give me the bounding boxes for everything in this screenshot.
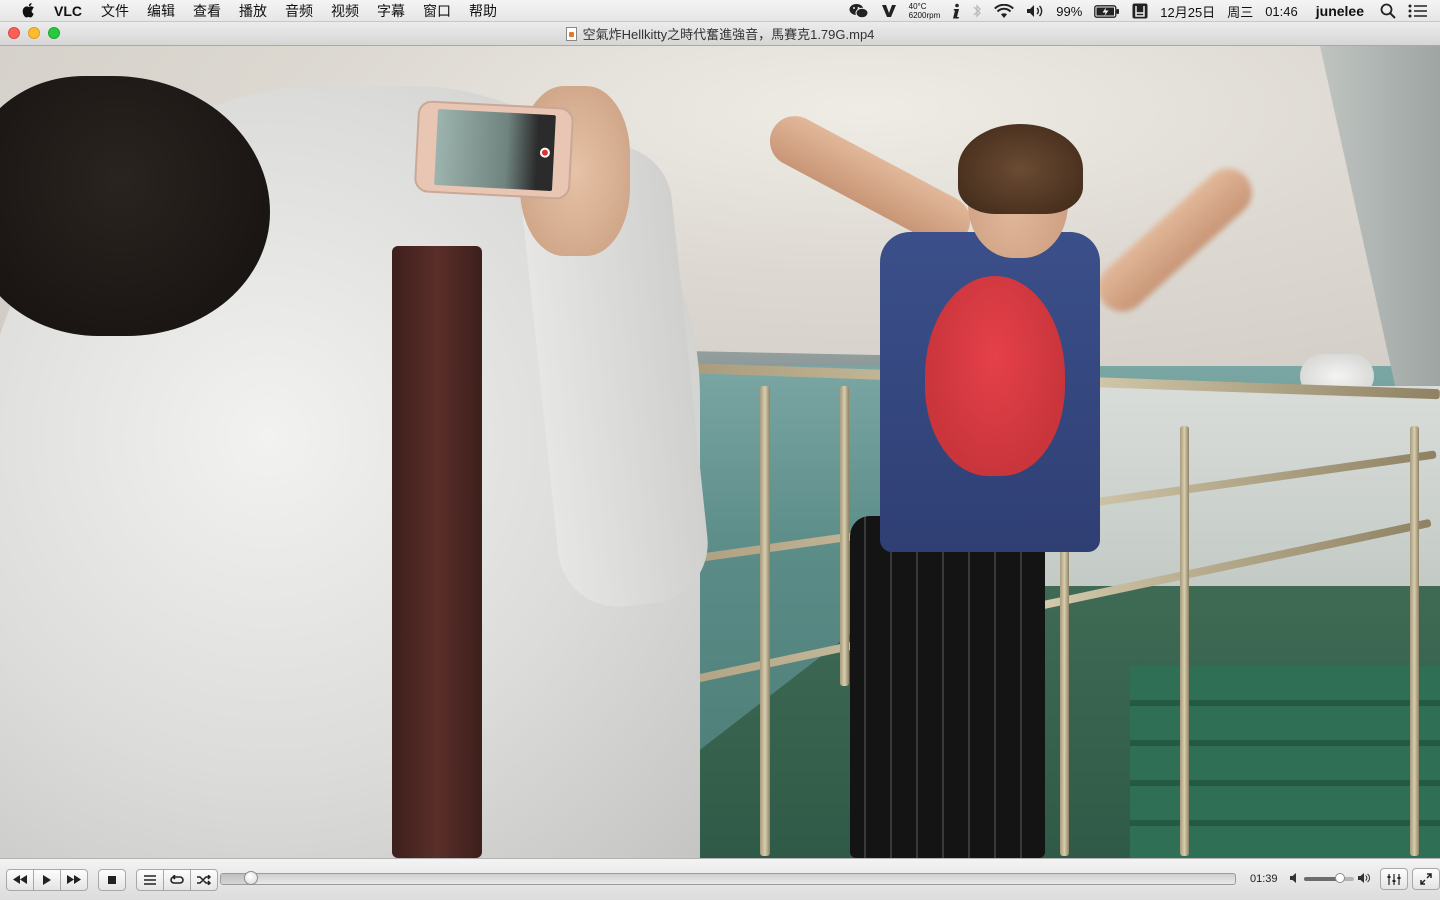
close-window-button[interactable] [8,27,20,39]
fullscreen-icon [1420,873,1432,885]
battery-charging-icon[interactable] [1094,4,1120,18]
temperature-readout: 40°C [908,2,927,11]
video-shirt-heart-print [925,276,1065,476]
volume-icon[interactable] [1026,4,1044,18]
menu-window[interactable]: 窗口 [423,1,451,21]
menu-playback[interactable]: 播放 [239,1,267,21]
battery-percent: 99% [1056,3,1083,19]
stop-button[interactable] [98,868,126,891]
input-method-icon[interactable] [1132,3,1148,19]
play-icon [43,874,51,885]
window-title-bar[interactable]: 空氣炸Hellkitty之時代奮進強音，馬賽克1.79G.mp4 [0,22,1440,46]
playlist-button[interactable] [136,868,164,891]
stop-group [98,868,126,891]
rewind-button[interactable] [6,868,34,891]
window-title: 空氣炸Hellkitty之時代奮進強音，馬賽克1.79G.mp4 [565,24,875,43]
minimize-window-button[interactable] [28,27,40,39]
menu-edit[interactable]: 编辑 [147,1,175,21]
video-filming-person-hair [0,76,270,336]
video-railing-post-5 [1180,426,1189,856]
fast-forward-button[interactable] [60,868,88,891]
playback-controller: 01:39 [0,858,1440,900]
media-file-icon[interactable] [565,26,577,41]
fan-speed-readout: 6200rpm [908,11,941,20]
elapsed-time[interactable]: 01:39 [1250,873,1278,885]
menu-audio[interactable]: 音频 [285,1,313,21]
seek-slider[interactable] [220,871,1236,885]
playlist-mode-buttons [136,868,218,891]
fast-forward-icon [67,875,81,884]
volume-low-icon[interactable] [1290,870,1300,888]
clock-time[interactable]: 01:46 [1265,4,1298,19]
video-railing-post-1 [760,386,770,856]
menu-help[interactable]: 帮助 [469,1,497,21]
volume-knob[interactable] [1335,873,1345,883]
stop-icon [108,875,116,884]
play-button[interactable] [33,868,61,891]
clock-date[interactable]: 12月25日 [1160,2,1215,21]
bluetooth-icon[interactable] [972,3,982,19]
video-railing-post-3 [840,386,849,686]
video-dancer-trousers [850,516,1045,858]
window-title-text: 空氣炸Hellkitty之時代奮進強音，馬賽克1.79G.mp4 [582,27,875,42]
volume-high-icon[interactable] [1358,870,1370,888]
equalizer-icon [1387,873,1401,885]
wechat-icon[interactable] [849,3,869,19]
menu-view[interactable]: 查看 [193,1,221,21]
wifi-icon[interactable] [994,3,1015,19]
status-area: 40°C 6200rpm 99% 12月25日 周三 01:46 junelee [843,0,1440,22]
shuffle-button[interactable] [190,868,218,891]
video-record-dot [539,147,551,158]
video-railing-post-6 [1410,426,1419,856]
menu-bar: VLC 文件 编辑 查看 播放 音频 视频 字幕 窗口 帮助 40°C 6200… [0,0,1440,22]
app-menu-vlc[interactable]: VLC [54,3,82,19]
clock-weekday[interactable]: 周三 [1227,2,1253,21]
video-bag-strap [392,246,482,858]
transport-buttons [6,868,88,891]
info-icon[interactable] [952,3,960,19]
shuffle-icon [197,874,211,885]
video-dancer-hair [958,124,1083,214]
video-phone-screen [434,109,556,192]
equalizer-button[interactable] [1380,868,1408,890]
menu-subtitles[interactable]: 字幕 [377,1,405,21]
seek-knob[interactable] [244,871,259,885]
fullscreen-button[interactable] [1412,868,1440,890]
system-monitor[interactable]: 40°C 6200rpm [909,2,941,20]
traffic-lights [8,27,68,39]
apple-icon[interactable] [18,2,40,19]
loop-button[interactable] [163,868,191,891]
spotlight-search-icon[interactable] [1380,3,1396,19]
menu-video[interactable]: 视频 [331,1,359,21]
vpn-v-icon[interactable] [881,4,897,18]
menu-file[interactable]: 文件 [101,1,129,21]
notification-center-icon[interactable] [1408,3,1428,19]
video-smartphone [413,99,575,201]
video-frame[interactable] [0,46,1440,858]
user-account-menu[interactable]: junelee [1316,3,1364,19]
volume-slider[interactable] [1304,873,1354,883]
video-stairs [1130,666,1440,858]
zoom-window-button[interactable] [48,27,60,39]
volume-control [1290,870,1370,888]
extra-buttons [1376,868,1440,890]
playlist-icon [144,874,156,885]
loop-icon [170,874,184,884]
rewind-icon [13,875,27,884]
